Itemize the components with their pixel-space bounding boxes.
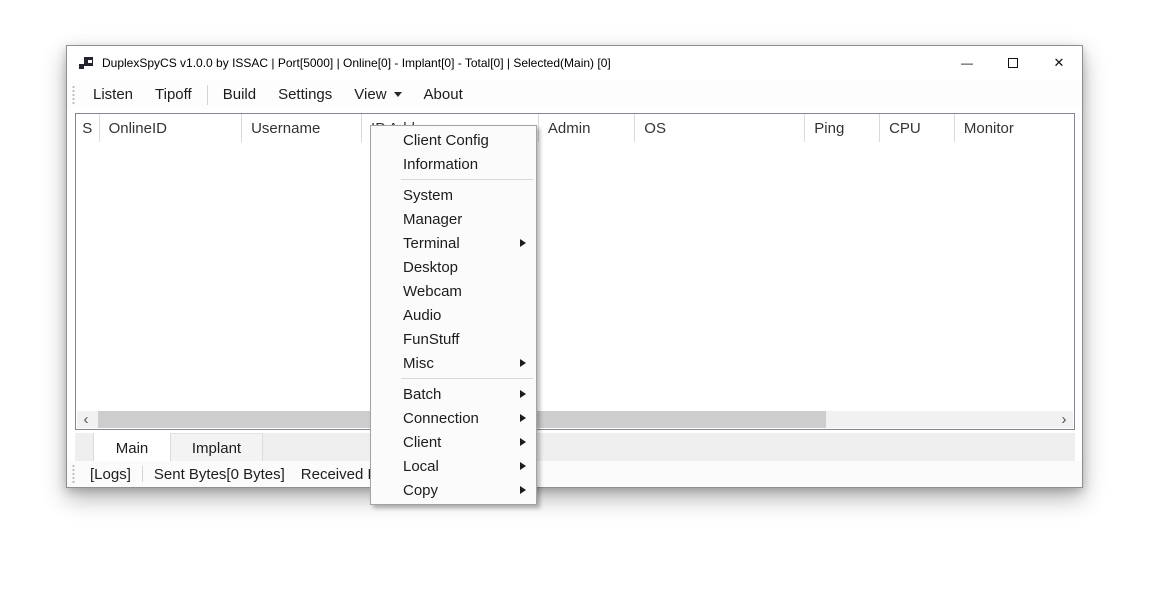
statusbar-grip[interactable]	[71, 465, 76, 483]
context-menu-item-client[interactable]: Client	[371, 430, 536, 454]
minimize-button[interactable]: —	[944, 46, 990, 80]
context-menu-separator	[401, 378, 533, 379]
maximize-button[interactable]	[990, 46, 1036, 80]
submenu-arrow-icon	[520, 414, 526, 422]
column-header-username[interactable]: Username	[242, 114, 362, 142]
chevron-left-icon: ‹	[84, 412, 89, 427]
menu-separator	[207, 85, 208, 105]
submenu-arrow-icon	[520, 239, 526, 247]
context-menu-item-label: Local	[403, 458, 439, 475]
window-controls: — ✕	[944, 46, 1082, 80]
client-context-menu: Client Config Information System Manager…	[370, 125, 537, 505]
chevron-right-icon: ›	[1062, 412, 1067, 427]
column-header-cpu[interactable]: CPU	[880, 114, 955, 142]
column-header-filler	[1065, 114, 1074, 142]
horizontal-scrollbar: ‹ ›	[77, 411, 1073, 428]
column-header-admin[interactable]: Admin	[539, 114, 635, 142]
context-menu-item-copy[interactable]: Copy	[371, 478, 536, 502]
context-menu-item-label: Batch	[403, 386, 441, 403]
context-menu-item-label: Connection	[403, 410, 479, 427]
app-window: DuplexSpyCS v1.0.0 by ISSAC | Port[5000]…	[66, 45, 1083, 488]
menu-item-build[interactable]: Build	[212, 80, 267, 109]
desktop: DuplexSpyCS v1.0.0 by ISSAC | Port[5000]…	[0, 0, 1151, 608]
toolstrip-grip[interactable]	[71, 86, 76, 104]
submenu-arrow-icon	[520, 438, 526, 446]
context-menu-item-system[interactable]: System	[371, 183, 536, 207]
close-icon: ✕	[1054, 55, 1065, 71]
menu-bar: Listen Tipoff Build Settings View About	[67, 80, 1082, 109]
context-menu-item-information[interactable]: Information	[371, 152, 536, 176]
column-header-ping[interactable]: Ping	[805, 114, 880, 142]
scroll-left-button[interactable]: ‹	[77, 411, 95, 428]
status-bar: [Logs] Sent Bytes[0 Bytes] Received By	[67, 461, 1082, 487]
tab-strip-spacer	[75, 433, 93, 463]
menu-item-settings[interactable]: Settings	[267, 80, 343, 109]
context-menu-item-misc[interactable]: Misc	[371, 351, 536, 375]
close-button[interactable]: ✕	[1036, 46, 1082, 80]
context-menu-item-manager[interactable]: Manager	[371, 207, 536, 231]
scrollbar-track[interactable]	[95, 411, 1055, 428]
menu-item-listen[interactable]: Listen	[82, 80, 144, 109]
context-menu-item-label: Misc	[403, 355, 434, 372]
tab-implant[interactable]: Implant	[171, 433, 263, 463]
menu-item-tipoff[interactable]: Tipoff	[144, 80, 203, 109]
submenu-arrow-icon	[520, 359, 526, 367]
client-list-panel: S OnlineID Username IP Address Admin OS …	[75, 113, 1075, 430]
context-menu-separator	[401, 179, 533, 180]
context-menu-item-label: Terminal	[403, 235, 460, 252]
context-menu-item-funstuff[interactable]: FunStuff	[371, 327, 536, 351]
submenu-arrow-icon	[520, 462, 526, 470]
menu-item-view-label: View	[354, 86, 386, 103]
context-menu-item-local[interactable]: Local	[371, 454, 536, 478]
minimize-icon: —	[961, 56, 973, 70]
submenu-arrow-icon	[520, 486, 526, 494]
column-header-onlineid[interactable]: OnlineID	[100, 114, 243, 142]
scroll-right-button[interactable]: ›	[1055, 411, 1073, 428]
app-icon	[79, 57, 94, 70]
status-logs: [Logs]	[82, 466, 139, 483]
context-menu-item-terminal[interactable]: Terminal	[371, 231, 536, 255]
tab-strip: Main Implant	[75, 433, 1075, 463]
column-header-s[interactable]: S	[76, 114, 100, 142]
client-list-empty-area[interactable]	[76, 142, 1074, 411]
window-title: DuplexSpyCS v1.0.0 by ISSAC | Port[5000]…	[102, 56, 611, 70]
maximize-icon	[1008, 58, 1018, 68]
chevron-down-icon	[394, 92, 402, 97]
context-menu-item-label: Client	[403, 434, 441, 451]
column-header-monitor[interactable]: Monitor	[955, 114, 1065, 142]
context-menu-item-webcam[interactable]: Webcam	[371, 279, 536, 303]
menu-item-about[interactable]: About	[413, 80, 474, 109]
context-menu-item-batch[interactable]: Batch	[371, 382, 536, 406]
menu-item-view[interactable]: View	[343, 80, 412, 109]
submenu-arrow-icon	[520, 390, 526, 398]
status-sent-bytes: Sent Bytes[0 Bytes]	[146, 466, 293, 483]
context-menu-item-label: Copy	[403, 482, 438, 499]
status-separator	[142, 466, 143, 482]
list-header-row: S OnlineID Username IP Address Admin OS …	[76, 114, 1074, 142]
title-bar[interactable]: DuplexSpyCS v1.0.0 by ISSAC | Port[5000]…	[67, 46, 1082, 80]
column-header-os[interactable]: OS	[635, 114, 805, 142]
context-menu-item-desktop[interactable]: Desktop	[371, 255, 536, 279]
context-menu-item-audio[interactable]: Audio	[371, 303, 536, 327]
tab-main[interactable]: Main	[93, 433, 171, 463]
context-menu-item-client-config[interactable]: Client Config	[371, 128, 536, 152]
context-menu-item-connection[interactable]: Connection	[371, 406, 536, 430]
